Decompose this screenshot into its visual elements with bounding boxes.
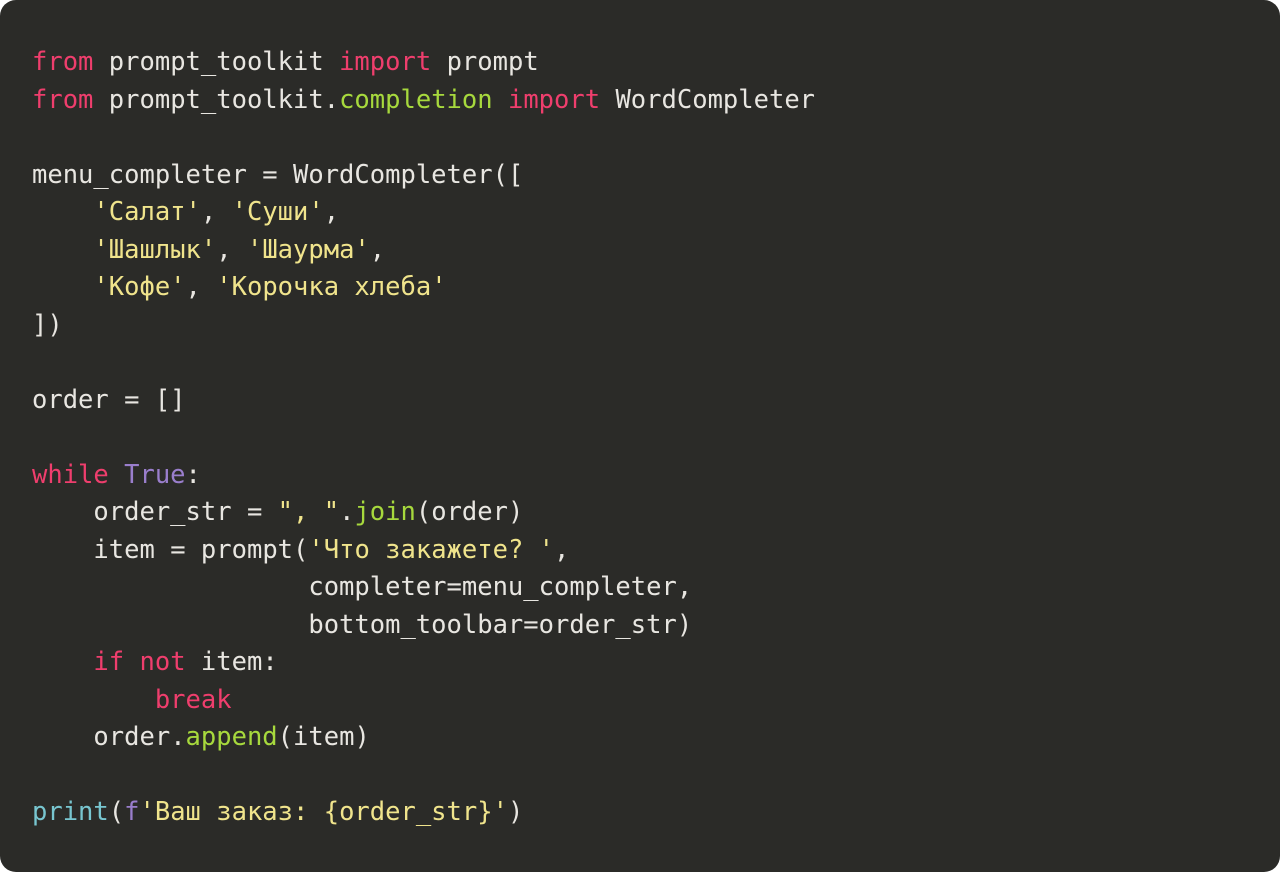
string-literal: 'Ваш заказ: {order_str}' bbox=[139, 797, 507, 827]
rparen: ) bbox=[508, 797, 523, 827]
string-literal: 'Салат' bbox=[93, 197, 200, 227]
code-line: order_str = ", ".join(order) bbox=[32, 497, 523, 527]
code-line: print(f'Ваш заказ: {order_str}') bbox=[32, 797, 523, 827]
module-name: prompt_toolkit bbox=[109, 47, 324, 77]
rparen: ) bbox=[354, 722, 369, 752]
kwarg-name: completer bbox=[308, 572, 446, 602]
string-literal: 'Шашлык' bbox=[93, 235, 216, 265]
identifier: order bbox=[32, 385, 109, 415]
code-line: item = prompt('Что закажете? ', bbox=[32, 535, 569, 565]
dot: . bbox=[324, 85, 339, 115]
code-line: 'Кофе', 'Корочка хлеба' bbox=[32, 272, 447, 302]
comma: , bbox=[370, 235, 385, 265]
keyword-not: not bbox=[140, 647, 186, 677]
fstring-prefix: f bbox=[124, 797, 139, 827]
keyword-break: break bbox=[155, 685, 232, 715]
code-line: order = [] bbox=[32, 385, 186, 415]
code-line: while True: bbox=[32, 460, 201, 490]
module-name: prompt_toolkit bbox=[109, 85, 324, 115]
lbracket: [ bbox=[508, 160, 523, 190]
dot: . bbox=[339, 497, 354, 527]
equals: = bbox=[232, 497, 278, 527]
import-name: prompt bbox=[447, 47, 539, 77]
code-line: 'Салат', 'Суши', bbox=[32, 197, 339, 227]
identifier: item bbox=[201, 647, 262, 677]
code-line: menu_completer = WordCompleter([ bbox=[32, 160, 523, 190]
comma: , bbox=[186, 272, 217, 302]
identifier: order bbox=[431, 497, 508, 527]
constant-true: True bbox=[124, 460, 185, 490]
keyword-from: from bbox=[32, 47, 93, 77]
code-block: from prompt_toolkit import prompt from p… bbox=[0, 0, 1280, 872]
code-line: 'Шашлык', 'Шаурма', bbox=[32, 235, 385, 265]
string-literal: 'Суши' bbox=[232, 197, 324, 227]
func-call: prompt bbox=[201, 535, 293, 565]
string-literal: 'Шаурма' bbox=[247, 235, 370, 265]
class-call: WordCompleter bbox=[293, 160, 493, 190]
code-line: completer=menu_completer, bbox=[32, 572, 692, 602]
import-name: WordCompleter bbox=[615, 85, 815, 115]
code-line: from prompt_toolkit.completion import Wo… bbox=[32, 85, 815, 115]
close-list-call: ]) bbox=[32, 310, 63, 340]
identifier: item bbox=[93, 535, 154, 565]
string-literal: ", " bbox=[278, 497, 339, 527]
code-line: ]) bbox=[32, 310, 63, 340]
rparen: ) bbox=[508, 497, 523, 527]
identifier: menu_completer bbox=[462, 572, 677, 602]
lparen: ( bbox=[109, 797, 124, 827]
comma: , bbox=[201, 197, 232, 227]
comma: , bbox=[554, 535, 569, 565]
code-line: order.append(item) bbox=[32, 722, 370, 752]
keyword-if: if bbox=[93, 647, 124, 677]
lparen: ( bbox=[416, 497, 431, 527]
empty-list: [] bbox=[155, 385, 186, 415]
code-line: bottom_toolbar=order_str) bbox=[32, 610, 692, 640]
equals: = bbox=[155, 535, 201, 565]
identifier: order_str bbox=[539, 610, 677, 640]
keyword-import: import bbox=[508, 85, 600, 115]
lparen: ( bbox=[293, 535, 308, 565]
code-line: break bbox=[32, 685, 232, 715]
colon: : bbox=[262, 647, 277, 677]
keyword-from: from bbox=[32, 85, 93, 115]
builtin-print: print bbox=[32, 797, 109, 827]
keyword-import: import bbox=[339, 47, 431, 77]
colon: : bbox=[186, 460, 201, 490]
identifier: order bbox=[93, 722, 170, 752]
submodule-name: completion bbox=[339, 85, 493, 115]
identifier: item bbox=[293, 722, 354, 752]
comma: , bbox=[677, 572, 692, 602]
string-literal: 'Кофе' bbox=[93, 272, 185, 302]
lparen: ( bbox=[278, 722, 293, 752]
comma: , bbox=[216, 235, 247, 265]
string-literal: 'Что закажете? ' bbox=[308, 535, 554, 565]
string-literal: 'Корочка хлеба' bbox=[216, 272, 446, 302]
code-line: if not item: bbox=[32, 647, 278, 677]
lparen: ( bbox=[493, 160, 508, 190]
comma: , bbox=[324, 197, 339, 227]
rparen: ) bbox=[677, 610, 692, 640]
kwarg-name: bottom_toolbar bbox=[308, 610, 523, 640]
method-join: join bbox=[354, 497, 415, 527]
code-line: from prompt_toolkit import prompt bbox=[32, 47, 539, 77]
keyword-while: while bbox=[32, 460, 109, 490]
method-append: append bbox=[186, 722, 278, 752]
dot: . bbox=[170, 722, 185, 752]
equals: = bbox=[109, 385, 155, 415]
equals: = bbox=[247, 160, 293, 190]
identifier: order_str bbox=[93, 497, 231, 527]
identifier: menu_completer bbox=[32, 160, 247, 190]
